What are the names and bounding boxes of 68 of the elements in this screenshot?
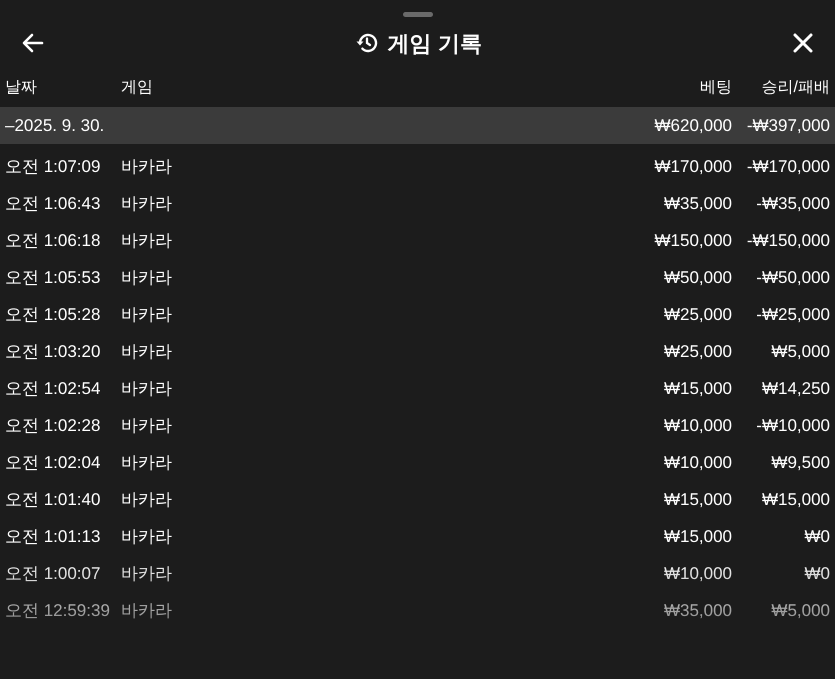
bet-cell: ₩35,000: [664, 194, 732, 213]
game-cell: 바카라: [121, 490, 172, 509]
time-cell: 오전 1:02:28: [5, 416, 100, 435]
bet-cell: ₩25,000: [664, 342, 732, 361]
game-cell: 바카라: [121, 416, 172, 435]
time-cell: 오전 1:07:09: [5, 156, 100, 176]
back-arrow-icon: [22, 33, 44, 53]
time-cell: 오전 1:06:43: [5, 194, 100, 213]
time-cell: 오전 1:05:28: [5, 304, 100, 324]
back-button[interactable]: [22, 33, 44, 53]
time-cell: 오전 1:01:13: [5, 526, 100, 546]
game-cell: 바카라: [121, 230, 172, 250]
bet-cell: ₩15,000: [664, 490, 732, 509]
result-cell: -₩150,000: [746, 230, 830, 250]
result-cell: ₩0: [804, 526, 830, 546]
result-cell: -₩50,000: [756, 268, 830, 287]
game-cell: 바카라: [121, 526, 172, 546]
result-cell: -₩25,000: [756, 304, 830, 324]
game-cell: 바카라: [121, 304, 172, 324]
game-cell: 바카라: [121, 194, 172, 213]
time-cell: 오전 1:02:04: [5, 452, 100, 472]
game-cell: 바카라: [121, 268, 172, 287]
bet-cell: ₩15,000: [664, 526, 732, 546]
time-cell: 오전 1:03:20: [5, 342, 100, 361]
bet-cell: ₩15,000: [664, 378, 732, 398]
result-cell: -₩35,000: [756, 194, 830, 213]
bet-cell: ₩10,000: [664, 416, 732, 435]
game-cell: 바카라: [121, 564, 172, 583]
date-group-row[interactable]: –2025. 9. 30. ₩620,000 -₩397,000: [0, 107, 835, 144]
time-cell: 오전 1:00:07: [5, 564, 100, 583]
time-cell: 오전 1:02:54: [5, 378, 100, 398]
group-bet-total: ₩620,000: [654, 116, 732, 135]
result-cell: -₩10,000: [756, 416, 830, 435]
time-cell: 오전 1:06:18: [5, 230, 100, 250]
bet-cell: ₩25,000: [664, 304, 732, 324]
game-cell: 바카라: [121, 156, 172, 176]
time-cell: 오전 1:05:53: [5, 268, 100, 287]
close-icon: [793, 33, 813, 53]
column-header: 게임: [121, 79, 153, 96]
result-cell: ₩15,000: [762, 490, 830, 509]
time-cell: 오전 1:01:40: [5, 490, 100, 509]
result-cell: ₩9,500: [771, 452, 830, 472]
column-header: 승리/패배: [762, 79, 830, 96]
result-cell: ₩5,000: [771, 600, 830, 620]
bet-cell: ₩35,000: [664, 600, 732, 620]
result-cell: ₩14,250: [762, 378, 830, 398]
game-cell: 바카라: [121, 600, 172, 620]
bet-cell: ₩10,000: [664, 452, 732, 472]
collapse-toggle[interactable]: –: [5, 116, 14, 135]
result-cell: ₩0: [804, 564, 830, 583]
result-cell: -₩170,000: [746, 156, 830, 176]
group-result-total: -₩397,000: [746, 116, 830, 135]
result-cell: ₩5,000: [771, 342, 830, 361]
column-header: 베팅: [700, 79, 732, 96]
game-cell: 바카라: [121, 342, 172, 361]
time-cell: 오전 12:59:39: [5, 600, 110, 620]
game-cell: 바카라: [121, 452, 172, 472]
bet-cell: ₩150,000: [654, 230, 732, 250]
bet-cell: ₩170,000: [654, 156, 732, 176]
drag-handle[interactable]: [402, 12, 432, 17]
dialog-title: 게임 기록: [388, 30, 482, 58]
bet-cell: ₩10,000: [664, 564, 732, 583]
history-icon: [355, 31, 380, 55]
game-cell: 바카라: [121, 378, 172, 398]
bet-cell: ₩50,000: [664, 268, 732, 287]
group-date: 2025. 9. 30.: [14, 116, 104, 135]
close-button[interactable]: [793, 33, 813, 53]
column-header: 날짜: [5, 79, 37, 96]
